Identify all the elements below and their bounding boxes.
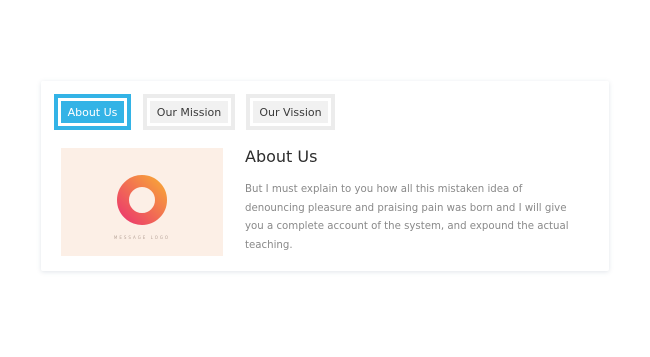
tabs-card: About Us Our Mission Our Vission MESSAGE… xyxy=(41,81,609,271)
tab-about-us-label: About Us xyxy=(61,101,124,123)
tab-our-vission-label: Our Vission xyxy=(253,101,328,123)
content-paragraph: But I must explain to you how all this m… xyxy=(245,184,569,251)
content-title: About Us xyxy=(245,147,318,166)
tab-about-us[interactable]: About Us xyxy=(54,94,131,130)
tab-image: MESSAGE LOGO xyxy=(61,148,223,256)
tab-our-vission[interactable]: Our Vission xyxy=(246,94,335,130)
ring-logo-icon xyxy=(117,175,167,225)
tab-our-mission[interactable]: Our Mission xyxy=(143,94,235,130)
logo-text: MESSAGE LOGO xyxy=(113,235,171,240)
tab-our-mission-label: Our Mission xyxy=(150,101,228,123)
